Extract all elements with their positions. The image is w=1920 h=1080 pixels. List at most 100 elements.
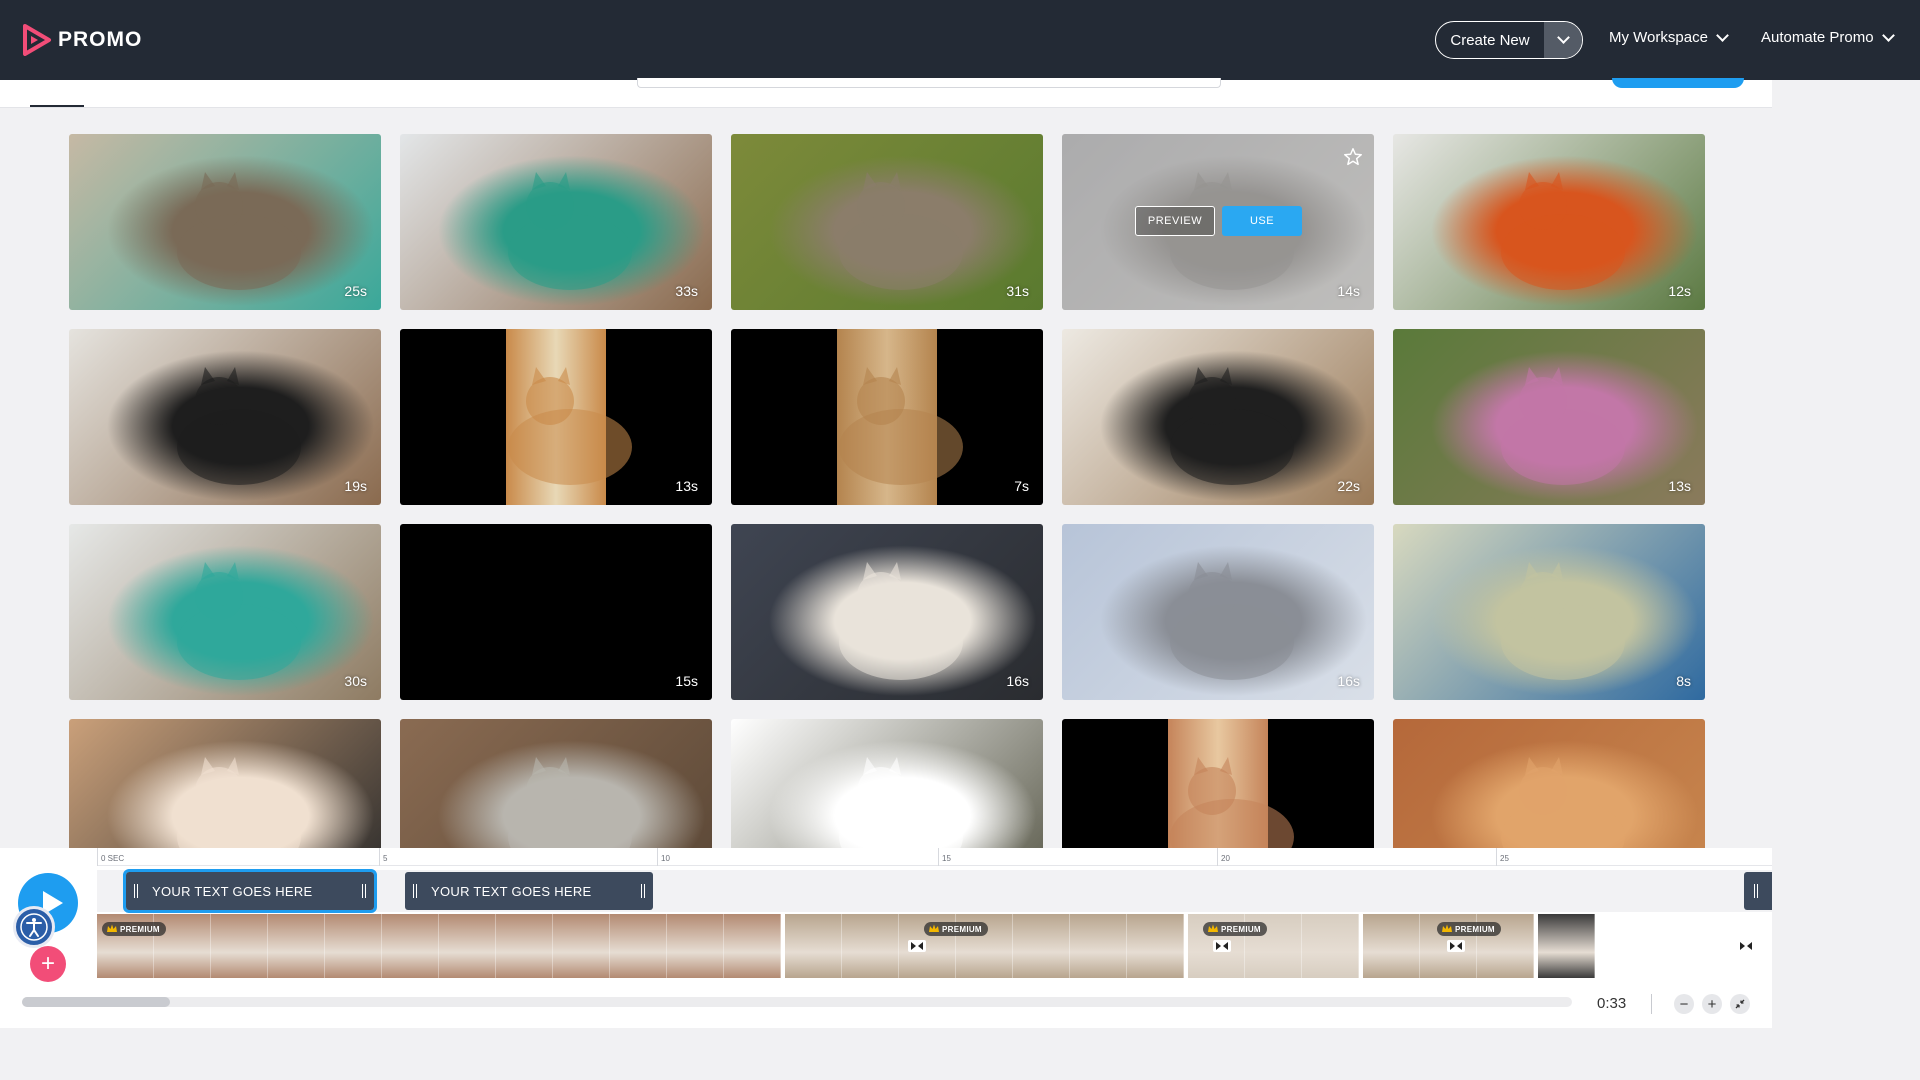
- drag-handle-icon[interactable]: [641, 884, 645, 898]
- video-frame: [1188, 914, 1245, 978]
- chevron-down-icon: [1556, 31, 1570, 44]
- top-bar: PROMO Create New My Workspace Automate P…: [0, 0, 1920, 80]
- cat-icon: [1501, 367, 1625, 485]
- clip-duration: 13s: [1668, 478, 1691, 494]
- media-thumbnail[interactable]: 30s: [69, 524, 381, 700]
- favorite-star-icon[interactable]: [1342, 146, 1364, 168]
- clip-duration: 12s: [1668, 283, 1691, 299]
- clip-duration: 14s: [1337, 283, 1360, 299]
- media-thumbnail[interactable]: 15s: [400, 524, 712, 700]
- fit-timeline-button[interactable]: [1730, 994, 1750, 1014]
- cat-icon: [177, 757, 301, 848]
- media-thumbnail[interactable]: 16s: [731, 524, 1043, 700]
- zoom-out-button[interactable]: −: [1674, 994, 1694, 1014]
- create-new-dropdown-button[interactable]: [1544, 22, 1582, 58]
- cat-icon: [839, 757, 963, 848]
- media-thumbnail[interactable]: 31s: [731, 134, 1043, 310]
- ruler-tick-label: 20: [1221, 854, 1230, 863]
- text-track: YOUR TEXT GOES HERE YOUR TEXT GOES HERE: [97, 869, 1772, 913]
- zoom-in-button[interactable]: +: [1702, 994, 1722, 1014]
- text-clip-1[interactable]: YOUR TEXT GOES HERE: [123, 869, 377, 913]
- nav-my-workspace[interactable]: My Workspace: [1609, 28, 1729, 46]
- clip-duration: 16s: [1006, 673, 1029, 689]
- drag-handle-icon: [1754, 884, 1758, 898]
- text-clip-label: YOUR TEXT GOES HERE: [431, 883, 592, 899]
- nav-automate-promo[interactable]: Automate Promo: [1761, 28, 1895, 46]
- media-thumbnail[interactable]: 33s: [400, 134, 712, 310]
- ruler-tick-label: 15: [942, 854, 951, 863]
- create-new-button[interactable]: Create New: [1436, 22, 1544, 58]
- promo-logo[interactable]: PROMO: [22, 22, 142, 58]
- video-frame: [956, 914, 1013, 978]
- clip-duration: 13s: [675, 478, 698, 494]
- time-ruler: 0 SEC 5 10 15 20 25: [97, 848, 1772, 866]
- media-thumbnail[interactable]: 16s: [1062, 524, 1374, 700]
- chevron-down-icon: [1716, 28, 1729, 42]
- ruler-tick-label: 25: [1500, 854, 1509, 863]
- media-thumbnail[interactable]: [400, 719, 712, 848]
- cat-icon: [1170, 757, 1294, 848]
- cat-icon: [508, 757, 632, 848]
- clip-duration: 22s: [1337, 478, 1360, 494]
- video-track: [97, 914, 1772, 978]
- video-frame: [899, 914, 956, 978]
- media-thumbnail[interactable]: [1393, 719, 1705, 848]
- ruler-tick-label: 10: [661, 854, 670, 863]
- video-frame: [1127, 914, 1184, 978]
- cat-icon: [839, 172, 963, 290]
- cat-icon: [400, 524, 712, 700]
- chevron-down-icon: [1881, 28, 1895, 42]
- timeline-scroll-thumb[interactable]: [22, 997, 170, 1007]
- video-frame: [1070, 914, 1127, 978]
- cat-icon: [1501, 172, 1625, 290]
- drag-handle-icon[interactable]: [413, 884, 417, 898]
- cat-icon: [177, 562, 301, 680]
- text-clip-2[interactable]: YOUR TEXT GOES HERE: [405, 872, 653, 910]
- add-clip-button[interactable]: +: [30, 946, 66, 982]
- drag-handle-icon[interactable]: [362, 884, 366, 898]
- media-thumbnail[interactable]: 13s: [400, 329, 712, 505]
- video-frame: [553, 914, 610, 978]
- ruler-tick: [1217, 848, 1218, 866]
- media-thumbnail[interactable]: 8s: [1393, 524, 1705, 700]
- video-frame: [1363, 914, 1420, 978]
- video-frame: [154, 914, 211, 978]
- video-frame: [610, 914, 667, 978]
- search-input[interactable]: [637, 78, 1221, 88]
- media-thumbnail[interactable]: 25s: [69, 134, 381, 310]
- media-thumbnail[interactable]: [69, 719, 381, 848]
- right-gutter: [1772, 80, 1920, 1080]
- video-frame: [382, 914, 439, 978]
- drag-handle-icon[interactable]: [134, 884, 138, 898]
- media-thumbnail[interactable]: [731, 719, 1043, 848]
- timeline-end-handle[interactable]: [1744, 872, 1772, 910]
- media-thumbnail[interactable]: PREVIEW USE 14s: [1062, 134, 1374, 310]
- video-frame: [439, 914, 496, 978]
- video-frame: [1420, 914, 1477, 978]
- preview-button[interactable]: PREVIEW: [1135, 206, 1215, 236]
- cat-icon: [508, 172, 632, 290]
- video-frame: [1538, 914, 1595, 978]
- media-thumbnail[interactable]: 13s: [1393, 329, 1705, 505]
- accessibility-button[interactable]: [13, 906, 55, 948]
- cat-icon: [177, 172, 301, 290]
- timeline-panel: 0 SEC 5 10 15 20 25 + YOUR TEXT GOES HERE YOU…: [0, 848, 1772, 1028]
- clip-duration: 19s: [344, 478, 367, 494]
- media-thumbnail[interactable]: 12s: [1393, 134, 1705, 310]
- media-thumbnail[interactable]: 7s: [731, 329, 1043, 505]
- cat-icon: [1170, 562, 1294, 680]
- video-frame: [325, 914, 382, 978]
- media-grid: 25s 33s 31s PREVIEW USE 14s 12s 19s 13s 7s…: [0, 108, 1772, 848]
- media-thumbnail[interactable]: 22s: [1062, 329, 1374, 505]
- media-thumbnail[interactable]: 19s: [69, 329, 381, 505]
- create-new-split-button[interactable]: Create New: [1435, 21, 1583, 59]
- clip-duration: 31s: [1006, 283, 1029, 299]
- active-tab-indicator: [30, 105, 84, 107]
- use-button[interactable]: USE: [1222, 206, 1302, 236]
- video-frame: [97, 914, 154, 978]
- media-thumbnail[interactable]: [1062, 719, 1374, 848]
- timeline-scrollbar[interactable]: [22, 997, 1572, 1007]
- video-frame: [1477, 914, 1534, 978]
- upload-button[interactable]: [1612, 78, 1744, 88]
- accessibility-icon: [20, 913, 48, 941]
